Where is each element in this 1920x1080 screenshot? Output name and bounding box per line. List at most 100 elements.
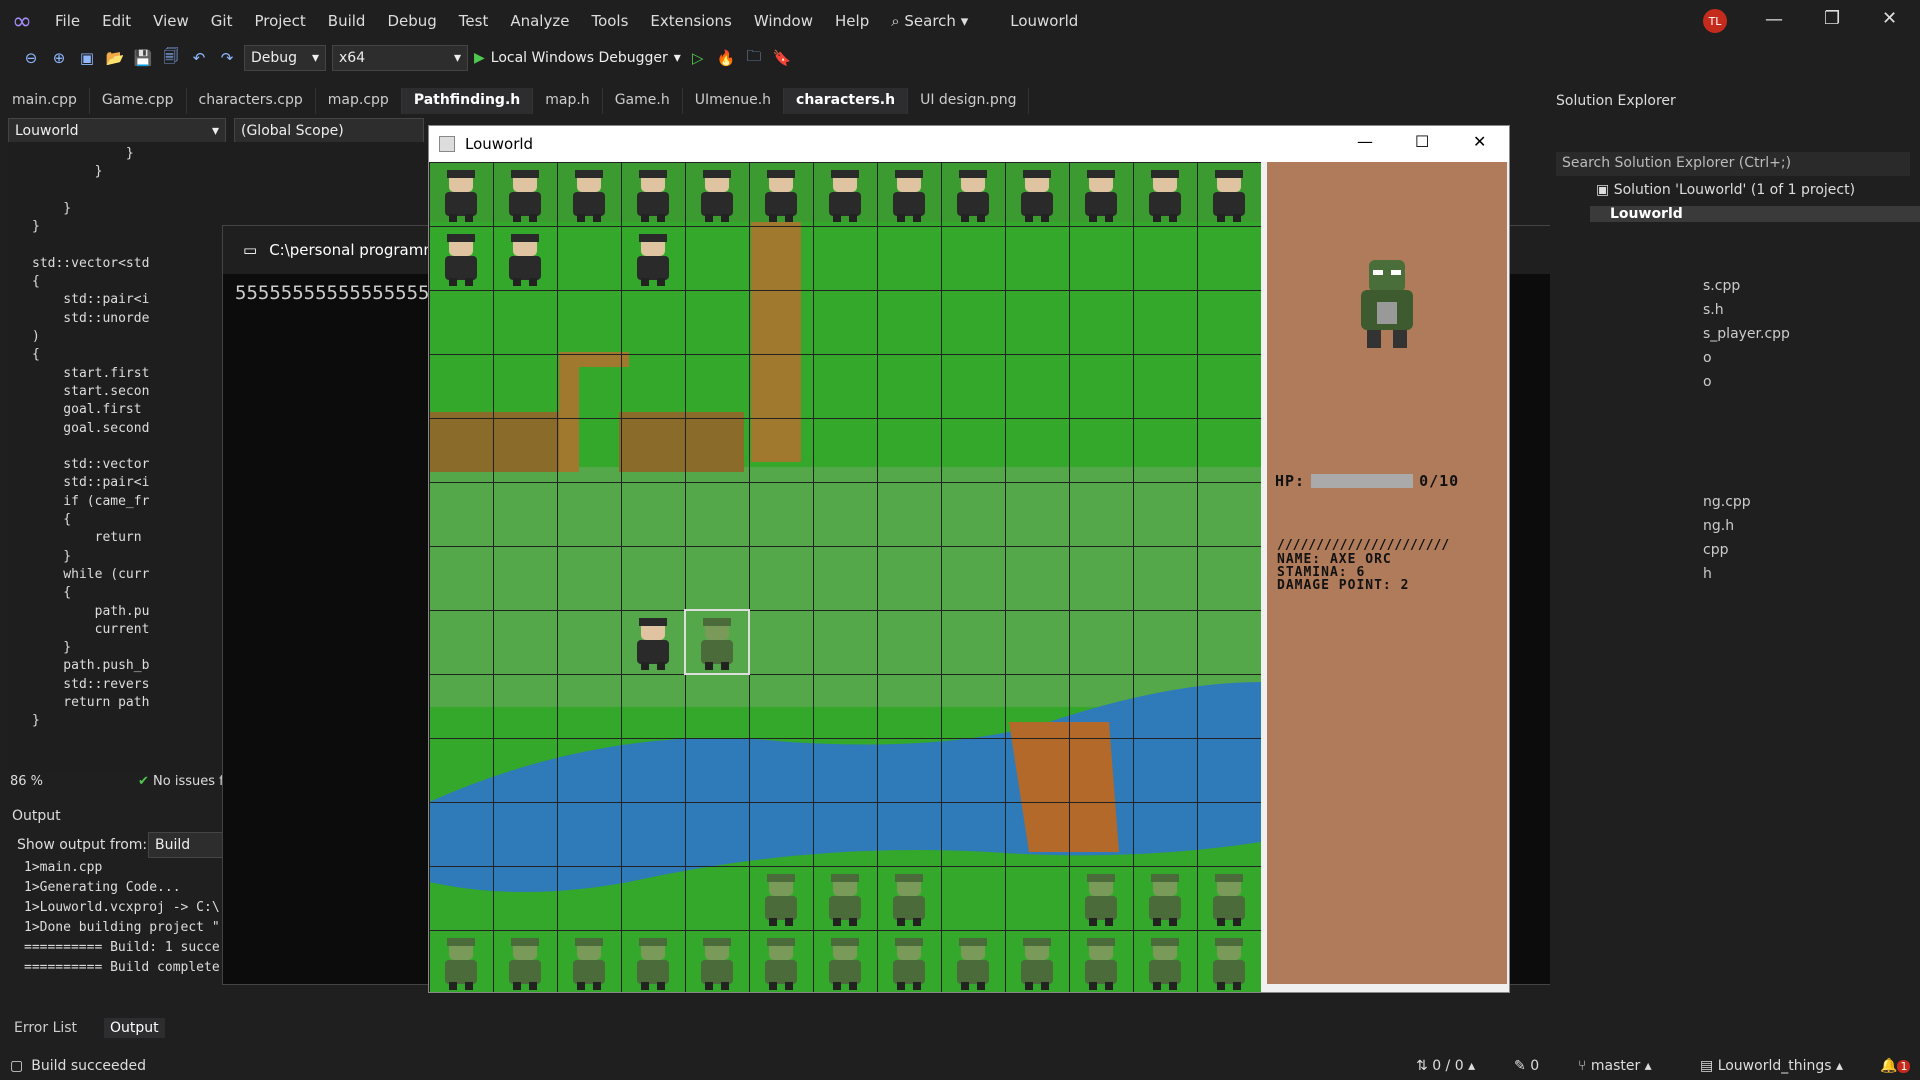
solution-search[interactable]: Search Solution Explorer (Ctrl+;)	[1556, 152, 1910, 176]
file-item[interactable]: ng.h	[1703, 518, 1734, 534]
tab-output[interactable]: Output	[104, 1018, 165, 1038]
minimize-icon[interactable]: —	[1765, 9, 1783, 30]
visual-studio-logo-icon[interactable]: ∞	[0, 0, 44, 42]
orc-unit[interactable]	[1021, 938, 1053, 990]
soldier-unit[interactable]	[957, 170, 989, 222]
soldier-unit[interactable]	[509, 234, 541, 286]
output-source-select[interactable]: Build	[148, 832, 228, 858]
orc-unit[interactable]	[893, 874, 925, 926]
forward-icon[interactable]: ⊕	[48, 49, 70, 67]
close-icon[interactable]: ✕	[1882, 8, 1897, 29]
soldier-unit[interactable]	[445, 170, 477, 222]
orc-unit[interactable]	[573, 938, 605, 990]
game-window[interactable]: Louworld — ☐ ✕ HP: 0/10 ////////////////…	[428, 125, 1510, 993]
tab-map-cpp[interactable]: map.cpp	[316, 88, 402, 114]
orc-unit[interactable]	[637, 938, 669, 990]
orc-unit[interactable]	[957, 938, 989, 990]
soldier-unit[interactable]	[701, 170, 733, 222]
soldier-unit[interactable]	[1213, 170, 1245, 222]
menu-view[interactable]: View	[142, 12, 200, 30]
orc-unit[interactable]	[1149, 874, 1181, 926]
bookmark-icon[interactable]: 🔖	[771, 49, 793, 67]
maximize-icon[interactable]: ☐	[1415, 132, 1429, 151]
solution-root[interactable]: ▣ Solution 'Louworld' (1 of 1 project)	[1596, 182, 1855, 198]
pencil-count[interactable]: ✎ 0	[1514, 1058, 1539, 1074]
undo-icon[interactable]: ↶	[188, 49, 210, 67]
search-button[interactable]: ⌕ Search ▾	[880, 12, 979, 30]
soldier-unit[interactable]	[573, 170, 605, 222]
save-all-icon[interactable]: 🗐	[160, 46, 182, 71]
menu-extensions[interactable]: Extensions	[639, 12, 742, 30]
menu-analyze[interactable]: Analyze	[499, 12, 580, 30]
issues-indicator[interactable]: ✔ No issues f	[138, 774, 224, 789]
redo-icon[interactable]: ↷	[216, 49, 238, 67]
game-map[interactable]	[429, 162, 1261, 992]
orc-unit[interactable]	[1149, 938, 1181, 990]
menu-window[interactable]: Window	[743, 12, 824, 30]
soldier-unit[interactable]	[1021, 170, 1053, 222]
tab-pathfinding-h[interactable]: Pathfinding.h	[401, 88, 534, 114]
run-button[interactable]: ▶ Local Windows Debugger ▾	[474, 50, 681, 66]
repo-selector[interactable]: ▤ Louworld_things ▴	[1700, 1058, 1843, 1074]
project-dropdown[interactable]: Louworld ▾	[8, 118, 226, 144]
orc-unit[interactable]	[829, 938, 861, 990]
orc-unit[interactable]	[829, 874, 861, 926]
orc-unit[interactable]	[893, 938, 925, 990]
file-item[interactable]: cpp	[1703, 542, 1728, 558]
menu-project[interactable]: Project	[243, 12, 316, 30]
soldier-unit[interactable]	[1149, 170, 1181, 222]
orc-unit[interactable]	[765, 874, 797, 926]
scope-dropdown[interactable]: (Global Scope)	[234, 118, 424, 144]
orc-unit[interactable]	[1085, 938, 1117, 990]
soldier-unit[interactable]	[509, 170, 541, 222]
open-icon[interactable]: 📂	[104, 49, 126, 67]
tab-characters-h[interactable]: characters.h	[784, 88, 909, 114]
orc-unit[interactable]	[509, 938, 541, 990]
tab-game-h[interactable]: Game.h	[603, 88, 683, 114]
player-knight-unit[interactable]	[637, 618, 669, 670]
menu-help[interactable]: Help	[824, 12, 880, 30]
back-icon[interactable]: ⊖	[20, 49, 42, 67]
menu-tools[interactable]: Tools	[580, 12, 639, 30]
orc-unit[interactable]	[1085, 874, 1117, 926]
line-counts[interactable]: ⇅ 0 / 0 ▴	[1416, 1058, 1475, 1074]
tab-error-list[interactable]: Error List	[14, 1020, 77, 1036]
orc-unit[interactable]	[701, 618, 733, 670]
restore-icon[interactable]: ❐	[1824, 8, 1840, 29]
tab-characters-cpp[interactable]: characters.cpp	[187, 88, 316, 114]
tab-game-cpp[interactable]: Game.cpp	[90, 88, 187, 114]
hot-reload-icon[interactable]: 🔥	[715, 49, 737, 67]
project-node[interactable]: Louworld	[1590, 206, 1920, 222]
orc-unit[interactable]	[701, 938, 733, 990]
minimize-icon[interactable]: —	[1357, 132, 1373, 151]
file-item[interactable]: ng.cpp	[1703, 494, 1751, 510]
avatar[interactable]: TL	[1703, 9, 1727, 33]
platform-select[interactable]: x64 ▾	[332, 45, 468, 71]
knight-unit[interactable]	[637, 234, 669, 286]
orc-unit[interactable]	[765, 938, 797, 990]
soldier-unit[interactable]	[1085, 170, 1117, 222]
notifications[interactable]: 🔔 1	[1880, 1058, 1911, 1074]
soldier-unit[interactable]	[445, 234, 477, 286]
soldier-unit[interactable]	[765, 170, 797, 222]
map-canvas[interactable]	[429, 162, 1261, 992]
orc-unit[interactable]	[1213, 874, 1245, 926]
tab-main-cpp[interactable]: main.cpp	[0, 88, 90, 114]
close-icon[interactable]: ✕	[1473, 132, 1486, 151]
file-item[interactable]: o	[1703, 374, 1712, 390]
zoom-level[interactable]: 86 %	[10, 774, 43, 789]
start-without-debug-icon[interactable]: ▷	[687, 49, 709, 67]
menu-build[interactable]: Build	[317, 12, 377, 30]
menu-file[interactable]: File	[44, 12, 91, 30]
menu-edit[interactable]: Edit	[91, 12, 142, 30]
orc-unit[interactable]	[445, 938, 477, 990]
folder-icon[interactable]: 🗀	[743, 46, 765, 71]
file-item[interactable]: s.cpp	[1703, 278, 1740, 294]
tab-uimenue-h[interactable]: UImenue.h	[683, 88, 785, 114]
soldier-unit[interactable]	[829, 170, 861, 222]
config-select[interactable]: Debug ▾	[244, 45, 326, 71]
menu-debug[interactable]: Debug	[376, 12, 447, 30]
soldier-unit[interactable]	[637, 170, 669, 222]
file-item[interactable]: s.h	[1703, 302, 1724, 318]
soldier-unit[interactable]	[893, 170, 925, 222]
